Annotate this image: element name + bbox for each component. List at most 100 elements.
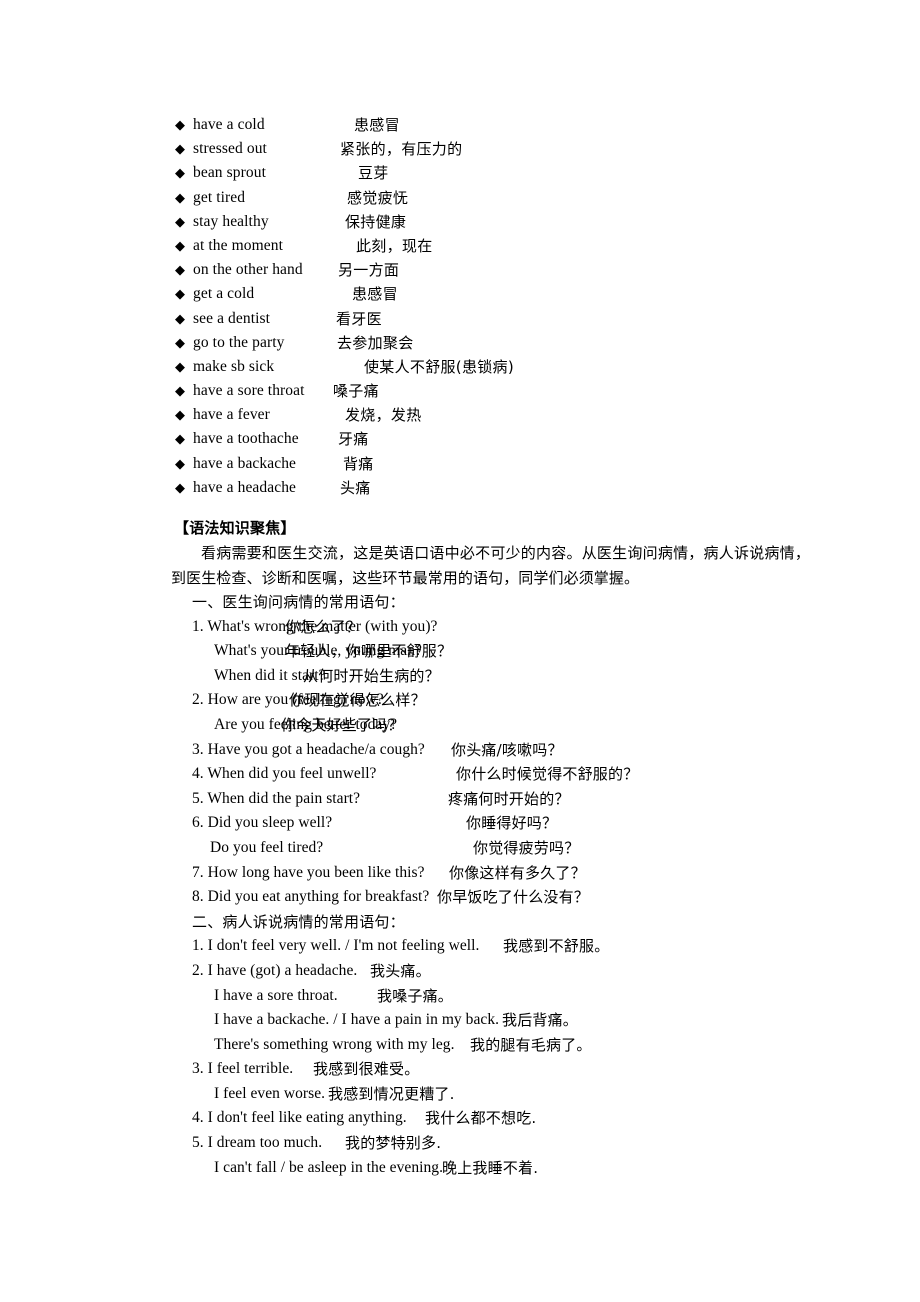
diamond-bullet-icon: ◆ <box>175 165 185 181</box>
vocabulary-chinese-gloss: 另一方面 <box>338 261 400 280</box>
vocabulary-chinese-gloss: 保持健康 <box>345 212 407 231</box>
vocabulary-english-term: see a dentist <box>193 309 271 327</box>
phrase-english: 8. Did you eat anything for breakfast? <box>192 888 430 906</box>
vocabulary-chinese-gloss: 感觉疲怃 <box>347 188 409 207</box>
vocabulary-row: ◆ get tired 感觉疲怃 <box>175 186 815 210</box>
vocabulary-english-term: have a toothache <box>193 430 299 448</box>
phrase-row: 6. Did you sleep well? 你睡得好吗？ <box>175 811 815 836</box>
diamond-bullet-icon: ◆ <box>175 383 185 399</box>
phrase-chinese: 我后背痛。 <box>502 1011 579 1030</box>
vocabulary-chinese-gloss: 患感冒 <box>354 116 400 134</box>
vocabulary-english-term: get a cold <box>193 285 255 303</box>
phrase-row: 2. How are you (feeling) now? 你现在觉得怎么样？ <box>175 688 815 713</box>
diamond-bullet-icon: ◆ <box>175 334 185 350</box>
phrase-english: There's something wrong with my leg. <box>214 1035 455 1053</box>
vocabulary-row: ◆ have a toothache 牙痛 <box>175 427 815 451</box>
vocabulary-chinese-gloss: 患感冒 <box>352 285 398 304</box>
phrase-chinese: 从何时开始生病的？ <box>303 666 440 685</box>
vocabulary-row: ◆ go to the party 去参加聚会 <box>175 331 815 355</box>
vocabulary-row: ◆ at the moment 此刻，现在 <box>175 234 815 258</box>
vocabulary-row: ◆ stay healthy 保持健康 <box>175 210 815 234</box>
vocabulary-row: ◆ see a dentist 看牙医 <box>175 307 815 331</box>
phrase-english: 7. How long have you been like this? <box>192 863 425 881</box>
grammar-intro-paragraph: 看病需要和医生交流，这是英语口语中必不可少的内容。从医生询问病情，病人诉说病情，… <box>171 544 810 587</box>
vocabulary-english-term: have a fever <box>193 406 270 424</box>
phrase-chinese: 你早饭吃了什么没有？ <box>437 888 590 907</box>
phrase-chinese: 我的腿有毛病了。 <box>470 1035 592 1054</box>
phrase-row: There's something wrong with my leg. 我的腿有… <box>175 1033 815 1058</box>
phrase-row: What's your trouble, young man? 年轻人，你哪里不舒… <box>175 639 815 664</box>
phrase-chinese: 你怎么了？ <box>285 617 362 636</box>
diamond-bullet-icon: ◆ <box>175 407 185 423</box>
phrase-row: I feel even worse. 我感到情况更糟了. <box>175 1082 815 1107</box>
diamond-bullet-icon: ◆ <box>175 117 185 132</box>
phrase-row: 2. I have (got) a headache. 我头痛。 <box>175 959 815 984</box>
diamond-bullet-icon: ◆ <box>175 237 185 253</box>
phrase-english: 5. I dream too much. <box>192 1134 323 1152</box>
phrase-row: 7. How long have you been like this? 你像这样… <box>175 861 815 886</box>
diamond-bullet-icon: ◆ <box>175 262 185 278</box>
phrase-chinese: 我感到很难受。 <box>313 1060 420 1079</box>
vocabulary-english-term: have a backache <box>193 454 297 472</box>
phrase-chinese: 我感到不舒服。 <box>503 937 610 956</box>
section-one-heading: 一、医生询问病情的常用语句： <box>192 593 405 611</box>
phrase-chinese: 年轻人，你哪里不舒服？ <box>285 642 453 661</box>
phrase-row: Do you feel tired? 你觉得疲劳吗？ <box>175 836 815 861</box>
diamond-bullet-icon: ◆ <box>175 310 185 326</box>
phrase-row: Are you feeling better today? 你今天好些了吗？ <box>175 713 815 738</box>
phrase-row: 8. Did you eat anything for breakfast? 你早… <box>175 885 815 910</box>
phrase-chinese: 我头痛。 <box>370 961 431 980</box>
vocabulary-chinese-gloss: 头痛 <box>340 478 371 497</box>
vocabulary-english-term: bean sprout <box>193 164 266 182</box>
vocabulary-list: ◆ have a cold 患感冒 ◆ stressed out 紧张的，有压力的 ◆ bea… <box>175 113 815 500</box>
phrase-english: 6. Did you sleep well? <box>192 814 333 832</box>
diamond-bullet-icon: ◆ <box>175 358 185 374</box>
phrase-row: When did it start? 从何时开始生病的？ <box>175 664 815 689</box>
vocabulary-chinese-gloss: 牙痛 <box>338 430 369 449</box>
phrase-chinese: 我嗓子痛。 <box>377 986 454 1005</box>
vocabulary-chinese-gloss: 紧张的，有压力的 <box>340 140 463 159</box>
vocabulary-row: ◆ have a cold 患感冒 <box>175 113 815 137</box>
phrase-chinese: 晚上我睡不着. <box>442 1158 539 1177</box>
phrase-chinese: 你什么时候觉得不舒服的？ <box>456 765 639 784</box>
vocabulary-english-term: have a sore throat <box>193 382 305 400</box>
phrase-chinese: 疼痛何时开始的？ <box>448 789 570 808</box>
doctor-questions-list: 1. What's wrong/the matter (with you)? 你怎… <box>175 615 815 910</box>
vocabulary-row: ◆ get a cold 患感冒 <box>175 282 815 306</box>
phrase-english: 2. I have (got) a headache. <box>192 961 358 979</box>
diamond-bullet-icon: ◆ <box>175 455 185 471</box>
phrase-english: I can't fall / be asleep in the evening. <box>214 1158 444 1176</box>
grammar-section: 【语法知识聚焦】 看病需要和医生交流，这是英语口语中必不可少的内容。从医生询问病… <box>171 516 815 1180</box>
vocabulary-chinese-gloss: 背痛 <box>343 454 374 473</box>
vocabulary-row: ◆ have a fever 发烧，发热 <box>175 403 815 427</box>
phrase-english: I have a sore throat. <box>214 986 338 1004</box>
diamond-bullet-icon: ◆ <box>175 213 185 229</box>
vocabulary-english-term: stay healthy <box>193 212 269 230</box>
document-page: ◆ have a cold 患感冒 ◆ stressed out 紧张的，有压力的 ◆ bea… <box>0 0 920 1302</box>
vocabulary-english-term: have a cold <box>193 116 265 133</box>
vocabulary-chinese-gloss: 此刻，现在 <box>356 236 433 255</box>
phrase-english: 3. Have you got a headache/a cough? <box>192 740 425 758</box>
phrase-chinese: 你觉得疲劳吗？ <box>473 838 580 857</box>
vocabulary-chinese-gloss: 豆芽 <box>358 164 389 183</box>
phrase-english: I feel even worse. <box>214 1084 326 1102</box>
vocabulary-english-term: on the other hand <box>193 261 303 279</box>
vocabulary-chinese-gloss: 使某人不舒服(患锁病) <box>364 357 515 376</box>
vocabulary-english-term: make sb sick <box>193 357 275 375</box>
phrase-row: 4. I don't feel like eating anything. 我什么… <box>175 1106 815 1131</box>
phrase-english: 4. I don't feel like eating anything. <box>192 1109 407 1127</box>
diamond-bullet-icon: ◆ <box>175 479 185 495</box>
diamond-bullet-icon: ◆ <box>175 431 185 447</box>
diamond-bullet-icon: ◆ <box>175 141 185 157</box>
vocabulary-row: ◆ have a sore throat 嗓子痛 <box>175 379 815 403</box>
vocabulary-row: ◆ make sb sick 使某人不舒服(患锁病) <box>175 355 815 379</box>
phrase-row: I have a sore throat. 我嗓子痛。 <box>175 984 815 1009</box>
vocabulary-row: ◆ have a headache 头痛 <box>175 476 815 500</box>
phrase-row: 3. Have you got a headache/a cough? 你头痛/咳… <box>175 738 815 763</box>
vocabulary-chinese-gloss: 发烧，发热 <box>345 406 422 425</box>
vocabulary-row: ◆ have a backache 背痛 <box>175 452 815 476</box>
phrase-english: Do you feel tired? <box>210 838 324 856</box>
vocabulary-row: ◆ stressed out 紧张的，有压力的 <box>175 137 815 161</box>
phrase-english: 3. I feel terrible. <box>192 1060 294 1078</box>
vocabulary-english-term: have a headache <box>193 478 297 496</box>
